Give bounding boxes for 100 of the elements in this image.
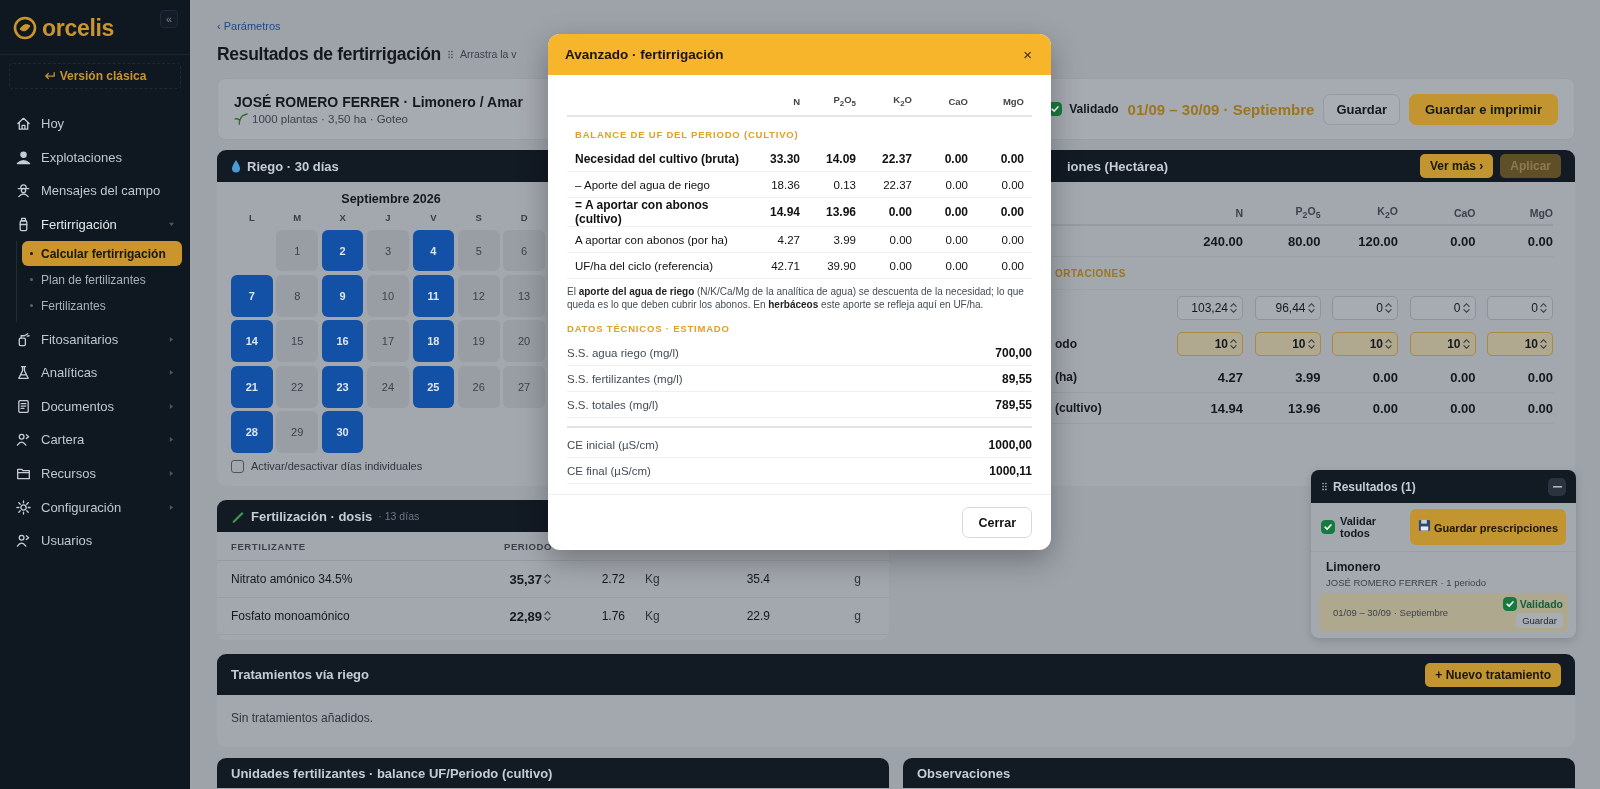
weekday-label: M <box>292 212 303 225</box>
spinner-icon[interactable] <box>1230 302 1237 314</box>
spinner-icon[interactable] <box>544 610 551 622</box>
table-cell-text: 14.94 <box>1209 400 1243 416</box>
calendar-day[interactable]: 25 <box>412 365 455 408</box>
close-button[interactable]: × <box>1021 46 1034 63</box>
number-field[interactable]: 10 <box>1409 332 1476 356</box>
calendar-day[interactable]: 11 <box>412 275 455 317</box>
spinner-icon[interactable] <box>1230 338 1237 350</box>
calendar-day[interactable]: 24 <box>367 365 409 408</box>
nav-item[interactable]: Mensajes del campo <box>0 174 190 208</box>
calendar-day[interactable]: 14 <box>231 320 273 363</box>
dose-field[interactable]: 22,89 <box>471 608 551 624</box>
number-field[interactable]: 10 <box>1487 332 1553 356</box>
calendar-day[interactable]: 27 <box>503 365 545 408</box>
nav-item[interactable]: Fertirrigación <box>0 207 190 242</box>
calendar-day[interactable]: 19 <box>457 320 500 363</box>
save-prescriptions-button[interactable]: Guardar prescripciones <box>1410 509 1566 545</box>
calendar-day[interactable]: 10 <box>367 275 409 317</box>
nav-item[interactable]: Configuración <box>0 490 190 524</box>
drag-handle-icon[interactable] <box>1322 482 1327 491</box>
spinner-icon[interactable] <box>1385 338 1392 350</box>
drag-hint: Arrastra la v <box>460 48 517 60</box>
calendar-day[interactable]: 16 <box>321 320 364 363</box>
calendar-day[interactable]: 15 <box>276 320 319 363</box>
table-cell-text: Kg <box>645 572 661 586</box>
dose-field[interactable]: 35,37 <box>471 571 551 587</box>
table-cell-text: 0.00 <box>1526 233 1553 249</box>
number-field[interactable]: 0 <box>1487 296 1553 320</box>
calendar-day[interactable]: 29 <box>276 411 319 453</box>
checkbox[interactable] <box>1321 520 1335 534</box>
column-header: P$_{2}$O$_{5}$ <box>832 94 857 108</box>
calendar-day[interactable]: 6 <box>503 229 545 272</box>
period-row[interactable]: 01/09 – 30/09 · Septiembre Validado Guardar <box>1319 593 1568 632</box>
spinner-icon[interactable] <box>1385 302 1392 314</box>
spinner-icon[interactable] <box>1462 338 1470 350</box>
nav-item[interactable]: Explotaciones <box>0 140 190 175</box>
number-field[interactable]: 10 <box>1177 332 1243 356</box>
minus-icon <box>1552 485 1562 488</box>
calendar-day[interactable]: 22 <box>276 365 319 408</box>
collapse-button[interactable]: « <box>160 10 178 28</box>
minimize-button[interactable] <box>1548 477 1566 496</box>
breadcrumb-link[interactable]: ‹ Parámetros <box>217 20 281 32</box>
nav-item[interactable]: Cartera <box>0 423 190 457</box>
calendar-day[interactable]: 21 <box>231 365 273 408</box>
spinner-icon[interactable] <box>1307 338 1315 350</box>
calendar-day[interactable]: 8 <box>276 275 319 317</box>
row-value: 700,00 <box>995 345 1032 360</box>
number-field[interactable]: 103,24 <box>1177 296 1243 320</box>
spinner-icon[interactable] <box>1540 302 1547 314</box>
calendar-day[interactable]: 3 <box>367 229 409 272</box>
new-treatment-button[interactable]: + Nuevo tratamiento <box>1425 662 1561 687</box>
spinner-icon[interactable] <box>544 573 551 585</box>
calendar-day[interactable]: 23 <box>321 365 364 408</box>
number-field[interactable]: 96,44 <box>1254 296 1321 320</box>
spinner-icon[interactable] <box>1540 338 1547 350</box>
calendar-day[interactable]: 18 <box>412 320 455 363</box>
calendar-day[interactable]: 9 <box>321 275 364 317</box>
number-field[interactable]: 10 <box>1332 332 1398 356</box>
number-field[interactable]: 0 <box>1332 296 1398 320</box>
calendar-day[interactable]: 12 <box>457 275 500 317</box>
nav-subitem[interactable]: Plan de fertilizantes <box>22 267 182 293</box>
see-more-button[interactable]: Ver más › <box>1419 154 1494 178</box>
number-field[interactable]: 10 <box>1254 332 1321 356</box>
card-title: Fertilización · dosis <box>251 508 373 524</box>
nav-item[interactable]: Recursos <box>0 456 190 491</box>
home-icon <box>16 116 31 132</box>
calendar-day[interactable]: 5 <box>457 229 500 272</box>
checkbox[interactable] <box>231 459 244 473</box>
table-cell-text: 0.00 <box>1000 233 1025 246</box>
calendar-day[interactable]: 30 <box>321 411 364 453</box>
check-icon <box>1323 522 1333 532</box>
calendar-day[interactable]: 4 <box>412 229 455 272</box>
close-dialog-button[interactable]: Cerrar <box>962 507 1032 538</box>
drag-handle-icon[interactable] <box>448 49 453 59</box>
classic-version-button[interactable]: Versión clásica <box>9 63 181 89</box>
nav-subitem[interactable]: Fertilizantes <box>22 293 182 319</box>
save-button[interactable]: Guardar <box>1516 613 1563 628</box>
spinner-icon[interactable] <box>1462 302 1470 314</box>
nav-item[interactable]: Fitosanitarios <box>0 322 190 356</box>
calendar-day[interactable]: 28 <box>231 411 273 453</box>
calendar-day[interactable]: 13 <box>503 275 545 317</box>
nav-item[interactable]: Usuarios <box>0 523 190 558</box>
row-label: S.S. fertilizantes (mg/l) <box>567 372 683 385</box>
nav-item[interactable]: Documentos <box>0 389 190 424</box>
calendar-day[interactable]: 2 <box>321 229 364 272</box>
save-button[interactable]: Guardar <box>1323 93 1400 125</box>
spinner-icon[interactable] <box>1307 302 1315 314</box>
nav-subitem[interactable]: Calcular fertirrigación <box>22 241 182 267</box>
checkbox[interactable] <box>1502 597 1517 611</box>
nav-item[interactable]: Analíticas <box>0 355 190 390</box>
calendar-day[interactable]: 7 <box>231 275 273 317</box>
calendar-day[interactable]: 26 <box>457 365 500 408</box>
nav-item[interactable]: Hoy <box>0 107 190 141</box>
number-field[interactable]: 0 <box>1409 296 1476 320</box>
calendar-day[interactable]: 1 <box>276 229 319 272</box>
save-print-button[interactable]: Guardar e imprimir <box>1408 93 1558 125</box>
row-label: odo <box>1055 337 1077 351</box>
calendar-day[interactable]: 17 <box>367 320 409 363</box>
calendar-day[interactable]: 20 <box>503 320 545 363</box>
